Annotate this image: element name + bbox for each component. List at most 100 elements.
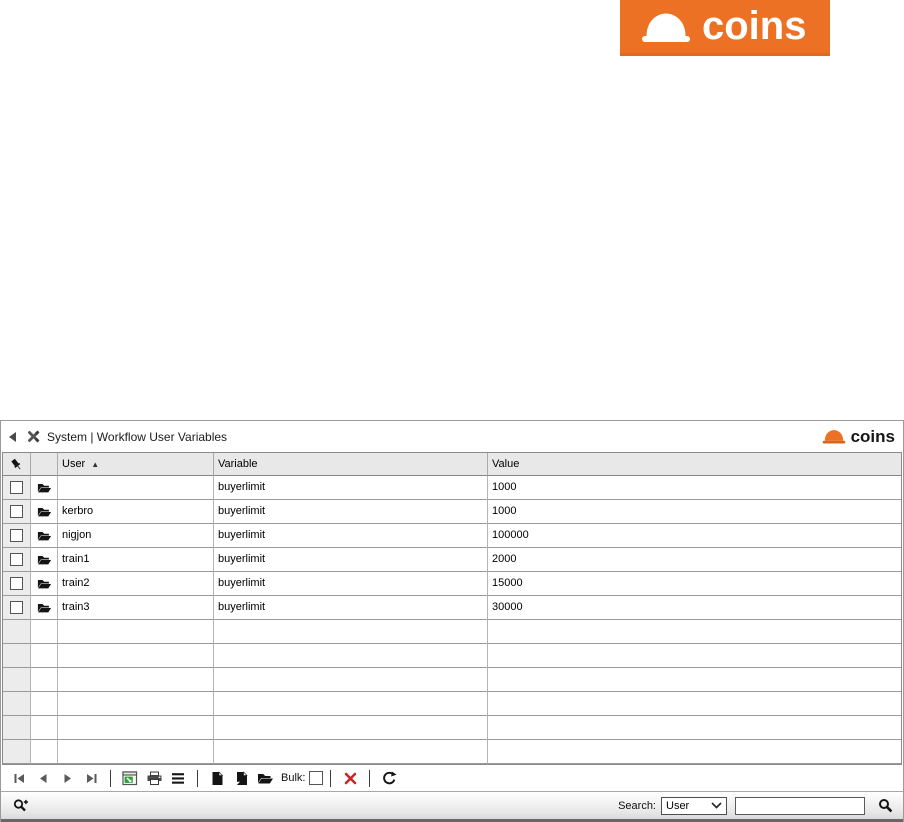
empty-variable-cell [214, 668, 488, 692]
sort-ascending-icon: ▲ [91, 459, 100, 469]
empty-value-cell [488, 716, 901, 740]
variable-cell: buyerlimit [214, 524, 488, 548]
row-checkbox[interactable] [10, 553, 23, 566]
search-button[interactable] [875, 796, 895, 816]
table-row[interactable]: nigjon buyerlimit 100000 [3, 524, 901, 548]
row-open-cell[interactable] [31, 524, 58, 548]
empty-select-cell [3, 692, 31, 716]
column-header-variable-label: Variable [218, 458, 258, 470]
export-button[interactable] [118, 767, 142, 789]
panel-header: System | Workflow User Variables coins [1, 421, 903, 452]
empty-variable-cell [214, 740, 488, 764]
pin-column-header[interactable] [3, 453, 31, 476]
open-record-button[interactable] [253, 767, 277, 789]
previous-page-button[interactable] [31, 767, 55, 789]
bulk-label: Bulk: [281, 772, 306, 784]
table-row[interactable]: buyerlimit 1000 [3, 476, 901, 500]
empty-variable-cell [214, 644, 488, 668]
row-select-cell [3, 476, 31, 500]
column-header-user[interactable]: User ▲ [58, 453, 214, 476]
page-title: System | Workflow User Variables [47, 429, 228, 444]
empty-user-cell [58, 692, 214, 716]
value-cell: 15000 [488, 572, 901, 596]
empty-select-cell [3, 716, 31, 740]
empty-open-cell [31, 740, 58, 764]
table-row-empty [3, 620, 901, 644]
empty-user-cell [58, 644, 214, 668]
open-folder-icon [37, 555, 51, 564]
user-cell: kerbro [58, 500, 214, 524]
row-open-cell[interactable] [31, 476, 58, 500]
system-tools-icon [26, 429, 41, 444]
bulk-checkbox[interactable] [309, 771, 324, 785]
refresh-button[interactable] [377, 767, 401, 789]
empty-value-cell [488, 620, 901, 644]
search-input[interactable] [735, 796, 865, 815]
row-open-cell[interactable] [31, 500, 58, 524]
last-page-button[interactable] [79, 767, 103, 789]
user-cell [58, 476, 214, 500]
row-checkbox[interactable] [10, 505, 23, 518]
coins-mini-logo: coins [822, 427, 895, 447]
folder-column-header[interactable] [31, 453, 58, 476]
value-cell: 2000 [488, 548, 901, 572]
column-header-variable[interactable]: Variable [214, 453, 488, 476]
list-view-button[interactable] [166, 767, 190, 789]
copy-record-button[interactable] [229, 767, 253, 789]
next-page-button[interactable] [55, 767, 79, 789]
value-cell: 30000 [488, 596, 901, 620]
open-folder-icon [37, 507, 51, 516]
search-category-select[interactable]: User [661, 796, 727, 815]
row-checkbox[interactable] [10, 601, 23, 614]
user-cell: train3 [58, 596, 214, 620]
coins-logo-text: coins [702, 4, 807, 48]
chevron-down-icon [711, 802, 722, 809]
table-row[interactable]: train1 buyerlimit 2000 [3, 548, 901, 572]
first-page-button[interactable] [7, 767, 31, 789]
row-open-cell[interactable] [31, 548, 58, 572]
open-folder-icon [37, 579, 51, 588]
table-row[interactable]: kerbro buyerlimit 1000 [3, 500, 901, 524]
coins-mini-logo-text: coins [850, 426, 895, 446]
column-header-user-label: User [62, 458, 86, 470]
empty-user-cell [58, 716, 214, 740]
user-cell: train1 [58, 548, 214, 572]
column-header-value-label: Value [492, 458, 520, 470]
empty-select-cell [3, 740, 31, 764]
variable-cell: buyerlimit [214, 548, 488, 572]
open-folder-icon [37, 483, 51, 492]
delete-button[interactable] [338, 767, 362, 789]
row-checkbox[interactable] [10, 481, 23, 494]
empty-variable-cell [214, 620, 488, 644]
new-record-button[interactable] [205, 767, 229, 789]
row-open-cell[interactable] [31, 572, 58, 596]
empty-select-cell [3, 620, 31, 644]
table-row-empty [3, 644, 901, 668]
print-button[interactable] [142, 767, 166, 789]
add-query-button[interactable] [9, 795, 33, 817]
toolbar-separator [110, 769, 111, 787]
toolbar-separator [330, 769, 332, 787]
column-header-value[interactable]: Value [488, 453, 901, 476]
empty-select-cell [3, 644, 31, 668]
open-folder-icon [37, 603, 51, 612]
table-row[interactable]: train2 buyerlimit 15000 [3, 572, 901, 596]
table-row[interactable]: train3 buyerlimit 30000 [3, 596, 901, 620]
coins-logo-banner: coins [620, 0, 830, 56]
pin-icon [11, 458, 21, 469]
row-select-cell [3, 548, 31, 572]
table-row-empty [3, 692, 901, 716]
empty-select-cell [3, 668, 31, 692]
back-arrow-button[interactable] [9, 431, 16, 442]
row-checkbox[interactable] [10, 577, 23, 590]
grid-toolbar: Bulk: [1, 765, 903, 792]
empty-value-cell [488, 668, 901, 692]
hard-hat-icon [642, 13, 690, 42]
empty-open-cell [31, 668, 58, 692]
search-bar: Search: User [1, 792, 903, 819]
table-row-empty [3, 740, 901, 764]
empty-value-cell [488, 692, 901, 716]
toolbar-separator [197, 769, 198, 787]
row-open-cell[interactable] [31, 596, 58, 620]
row-checkbox[interactable] [10, 529, 23, 542]
